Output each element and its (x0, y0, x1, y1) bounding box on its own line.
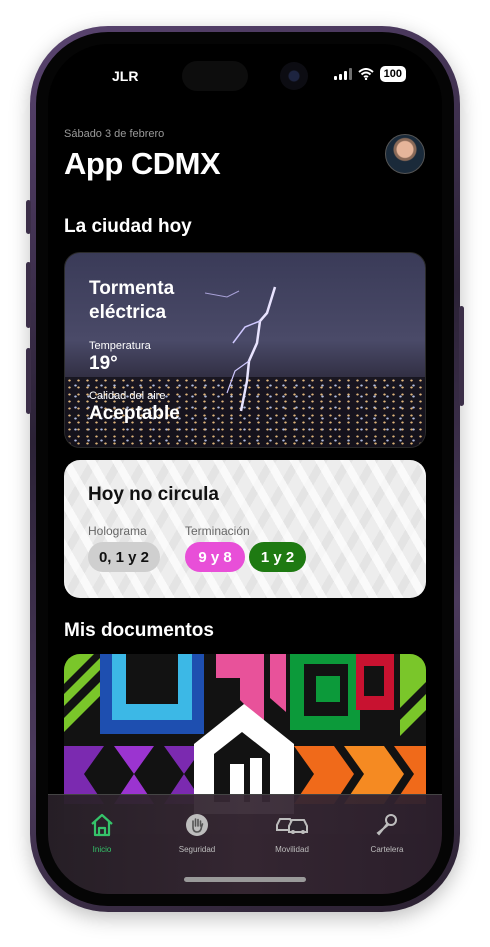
hologram-label: Holograma (88, 524, 147, 538)
tab-seguridad[interactable]: Seguridad (157, 813, 237, 854)
carrier-label: JLR (112, 68, 139, 84)
temperature-label: Temperatura (89, 340, 151, 352)
tab-movilidad[interactable]: Movilidad (252, 813, 332, 854)
termination-badge-green: 1 y 2 (249, 542, 306, 572)
tab-label-movilidad: Movilidad (275, 845, 309, 854)
microphone-icon (376, 814, 397, 836)
home-indicator[interactable] (184, 877, 306, 882)
section-title-city: La ciudad hoy (64, 216, 192, 237)
weather-condition: Tormenta eléctrica (89, 278, 175, 323)
hologram-badge: 0, 1 y 2 (88, 542, 160, 572)
status-icons: 100 (333, 66, 406, 82)
air-quality-label: Calidad del aire (89, 390, 166, 402)
home-icon (91, 813, 113, 837)
volume-down-button (26, 348, 31, 414)
tab-label-seguridad: Seguridad (178, 845, 216, 854)
status-bar: JLR 100 (48, 44, 442, 104)
date-label: Sábado 3 de febrero (64, 128, 165, 140)
hoy-no-circula-card[interactable]: Hoy no circula Holograma 0, 1 y 2 Termin… (64, 460, 426, 598)
section-title-documents: Mis documentos (64, 620, 214, 641)
tab-bar: Inicio Seguridad Movilidad Cartelera (48, 794, 442, 894)
tab-inicio[interactable]: Inicio (62, 813, 142, 854)
cars-icon (276, 818, 308, 834)
phone-screen: JLR 100 Sábado 3 de febrero App CDMX La … (48, 44, 442, 894)
hoy-no-circula-title: Hoy no circula (88, 484, 219, 505)
air-quality-value: Aceptable (89, 403, 180, 424)
hand-stop-icon (186, 814, 208, 836)
page-title: App CDMX (64, 146, 221, 181)
temperature-value: 19° (89, 353, 118, 374)
tab-label-inicio: Inicio (92, 845, 112, 854)
signal-icon (333, 68, 352, 80)
weather-card[interactable]: Tormenta eléctrica Temperatura 19° Calid… (64, 252, 426, 448)
action-button (26, 200, 31, 234)
power-button (459, 306, 464, 406)
tab-cartelera[interactable]: Cartelera (347, 813, 427, 854)
battery-indicator: 100 (379, 66, 406, 82)
volume-up-button (26, 262, 31, 328)
front-camera (280, 62, 308, 90)
wifi-icon (357, 68, 374, 80)
tab-label-cartelera: Cartelera (370, 845, 404, 854)
dynamic-island (182, 61, 248, 91)
termination-label: Terminación (185, 524, 250, 538)
termination-badge-pink: 9 y 8 (185, 542, 245, 572)
avatar[interactable] (385, 134, 425, 174)
